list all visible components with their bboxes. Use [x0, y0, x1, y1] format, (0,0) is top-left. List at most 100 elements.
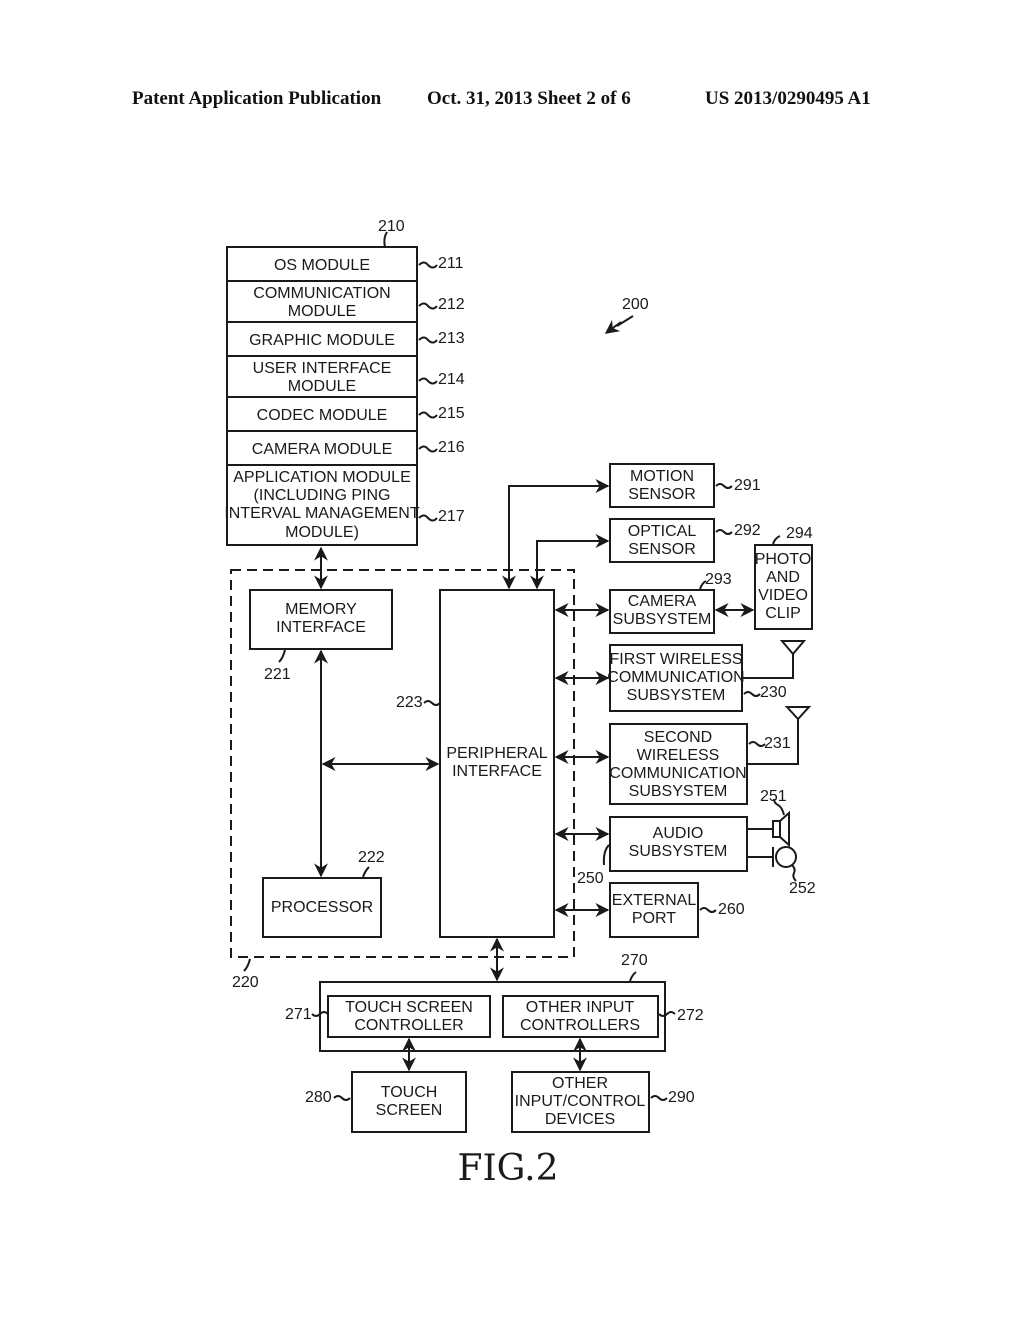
touch-screen-label-1: TOUCH — [381, 1084, 438, 1101]
application-module-label-1: APPLICATION MODULE — [233, 469, 411, 486]
other-input-devices-label-3: DEVICES — [545, 1111, 615, 1128]
second-wireless-label-2: WIRELESS — [637, 747, 720, 764]
user-interface-module-label-1: USER INTERFACE — [253, 360, 392, 377]
other-input-devices-label-2: INPUT/CONTROL — [515, 1093, 646, 1110]
leader-294 — [772, 535, 781, 545]
ref-221: 221 — [264, 666, 291, 683]
touch-screen-controller-label-2: CONTROLLER — [354, 1017, 463, 1034]
ref-213: 213 — [438, 330, 465, 347]
peripheral-interface-label-2: INTERFACE — [452, 763, 542, 780]
application-module-label-4: MODULE) — [285, 524, 359, 541]
external-port-label-1: EXTERNAL — [612, 892, 697, 909]
ref-252: 252 — [789, 880, 816, 897]
ref-290: 290 — [668, 1089, 695, 1106]
second-wireless-label-4: SUBSYSTEM — [629, 783, 728, 800]
application-module-label-3: INTERVAL MANAGEMENT — [224, 505, 420, 522]
other-input-controllers-label-2: CONTROLLERS — [520, 1017, 640, 1034]
microphone-icon — [775, 846, 797, 868]
peripheral-interface-label-1: PERIPHERAL — [446, 745, 547, 762]
ref-214: 214 — [438, 371, 465, 388]
first-wireless-label-3: SUBSYSTEM — [627, 687, 726, 704]
speaker-icon — [772, 820, 781, 838]
external-port-label-2: PORT — [632, 910, 676, 927]
optical-sensor-label-2: SENSOR — [628, 541, 696, 558]
processor-label: PROCESSOR — [271, 899, 373, 916]
other-input-controllers-label-1: OTHER INPUT — [526, 999, 635, 1016]
optical-sensor-label-1: OPTICAL — [628, 523, 697, 540]
first-antenna-feed — [742, 654, 794, 679]
audio-subsystem-label-1: AUDIO — [653, 825, 704, 842]
leader-217 — [418, 514, 438, 522]
ref-210: 210 — [378, 218, 405, 235]
ref-212: 212 — [438, 296, 465, 313]
photo-video-clip-label-3: VIDEO — [758, 587, 808, 604]
leader-213 — [418, 336, 438, 344]
second-wireless-label-3: COMMUNICATION — [609, 765, 746, 782]
leader-223 — [423, 700, 441, 706]
ref-294: 294 — [786, 525, 813, 542]
memory-interface-label-2: INTERFACE — [276, 619, 366, 636]
leader-250 — [602, 844, 610, 866]
communication-module-label-1: COMMUNICATION — [253, 285, 390, 302]
motion-sensor-label-1: MOTION — [630, 468, 694, 485]
second-antenna-icon — [784, 706, 812, 721]
leader-222 — [362, 866, 370, 878]
ref-260: 260 — [718, 901, 745, 918]
leader-215 — [418, 411, 438, 419]
memory-interface-label-1: MEMORY — [285, 601, 357, 618]
codec-module-label: CODEC MODULE — [257, 407, 388, 424]
touch-screen-controller-label-1: TOUCH SCREEN — [345, 999, 473, 1016]
leader-291 — [715, 483, 733, 489]
ref-251: 251 — [760, 788, 787, 805]
ref-222: 222 — [358, 849, 385, 866]
graphic-module-label: GRAPHIC MODULE — [249, 332, 395, 349]
ref-270: 270 — [621, 952, 648, 969]
ref-293: 293 — [705, 571, 732, 588]
camera-module-label: CAMERA MODULE — [252, 441, 392, 458]
ref-223: 223 — [396, 694, 423, 711]
figure-caption: FIG.2 — [457, 1148, 558, 1189]
first-wireless-label-2: COMMUNICATION — [607, 669, 744, 686]
speaker-cone-icon — [779, 810, 790, 848]
first-antenna-icon — [779, 640, 807, 656]
audio-subsystem-label-2: SUBSYSTEM — [629, 843, 728, 860]
leader-270 — [629, 971, 637, 982]
ref-217: 217 — [438, 508, 465, 525]
application-module-label-2: (INCLUDING PING — [254, 487, 391, 504]
leader-220 — [243, 958, 251, 972]
touch-screen-label-2: SCREEN — [376, 1102, 443, 1119]
ref-230: 230 — [760, 684, 787, 701]
camera-subsystem-label-1: CAMERA — [628, 593, 697, 610]
second-wireless-label-1: SECOND — [644, 729, 712, 746]
ref-280: 280 — [305, 1089, 332, 1106]
user-interface-module-label-2: MODULE — [288, 378, 356, 395]
ref-291: 291 — [734, 477, 761, 494]
leader-214 — [418, 377, 438, 385]
leader-260 — [699, 907, 717, 913]
ref-272: 272 — [677, 1007, 704, 1024]
camera-subsystem-label-2: SUBSYSTEM — [613, 611, 712, 628]
leader-211 — [418, 261, 438, 269]
optical-sensor-connector — [530, 534, 610, 590]
ref-200: 200 — [622, 296, 649, 313]
motion-sensor-label-2: SENSOR — [628, 486, 696, 503]
memory-stack: OS MODULE COMMUNICATION MODULE GRAPHIC M… — [224, 218, 465, 546]
ref-250: 250 — [577, 870, 604, 887]
ref-292: 292 — [734, 522, 761, 539]
leader-216 — [418, 445, 438, 453]
motion-sensor-connector — [502, 479, 610, 590]
ref-220: 220 — [232, 974, 259, 991]
system-ref-arrow — [604, 315, 634, 334]
ref-271: 271 — [285, 1006, 312, 1023]
leader-221 — [278, 649, 286, 663]
ref-215: 215 — [438, 405, 465, 422]
other-input-devices-label-1: OTHER — [552, 1075, 608, 1092]
leader-280 — [333, 1095, 351, 1101]
block-diagram: OS MODULE COMMUNICATION MODULE GRAPHIC M… — [224, 218, 816, 1189]
leader-290 — [650, 1095, 668, 1101]
photo-video-clip-label-2: AND — [766, 569, 800, 586]
ref-211: 211 — [438, 255, 464, 272]
ref-216: 216 — [438, 439, 465, 456]
leader-230 — [743, 691, 761, 697]
first-wireless-label-1: FIRST WIRELESS — [609, 651, 742, 668]
